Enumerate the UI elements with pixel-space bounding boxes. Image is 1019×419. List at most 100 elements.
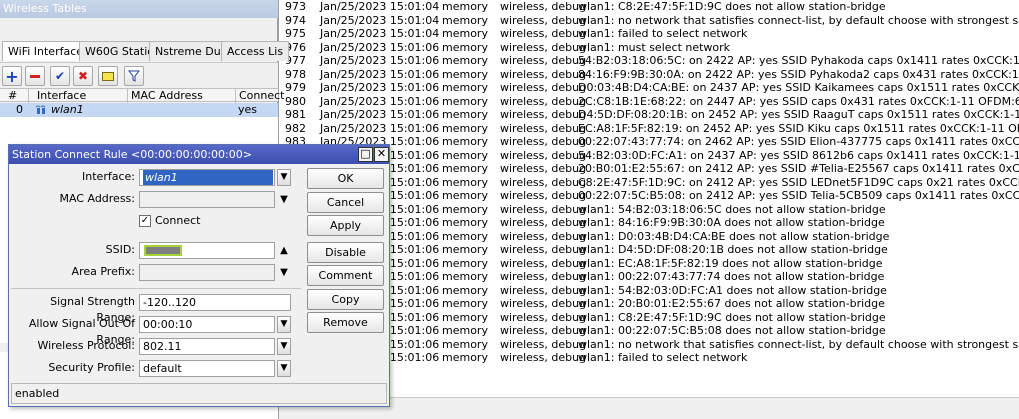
allow-signal-out-of-range-dropdown-icon[interactable]: ▼	[277, 316, 291, 333]
interface-dropdown-icon[interactable]: ▼	[277, 169, 291, 186]
enable-icon[interactable]: ✔	[50, 66, 70, 86]
row-connect: yes	[238, 103, 258, 116]
wireless-protocol-dropdown-icon[interactable]: ▼	[277, 338, 291, 355]
log-row[interactable]: 977 Jan/25/2023 15:01:06 memory wireless, d…	[279, 54, 1019, 68]
log-message: wlan1: D0:03:4B:D4:CA:BE does not allow …	[578, 229, 890, 243]
remove-button[interactable]: Remove	[307, 312, 384, 333]
log-row[interactable]: 984Jan/25/2023 15:01:06memorywireless, d…	[279, 149, 1019, 163]
area-prefix-field[interactable]	[139, 264, 275, 281]
log-num: 980	[285, 94, 306, 108]
window-title: Wireless Tables	[0, 0, 278, 18]
log-row[interactable]: 995Jan/25/2023 15:01:06memorywireless, d…	[279, 297, 1019, 311]
log-message: wlan1: 84:16:F9:9B:30:0A does not allow …	[578, 216, 885, 229]
allow-signal-out-of-range-field[interactable]: 00:00:10	[139, 316, 275, 333]
column-header-interface[interactable]: Interface	[28, 89, 127, 103]
log-message: wlan1: 20:B0:01:E2:55:67 does not allow …	[578, 297, 885, 310]
column-header-num[interactable]: #	[0, 89, 28, 103]
log-message: wlan1: C8:2E:47:5F:1D:9C does not allow …	[578, 0, 886, 13]
comment-button[interactable]: Comment	[307, 265, 384, 286]
ssid-label: SSID:	[105, 243, 135, 256]
log-time: Jan/25/2023 15:01:06	[320, 81, 440, 94]
log-message: wlan1: EC:A8:1F:5F:82:19 does not allow …	[578, 256, 883, 270]
log-row[interactable]: 992Jan/25/2023 15:01:06memorywireless, d…	[279, 257, 1019, 271]
mac-address-field[interactable]	[139, 191, 275, 208]
area-prefix-expand-icon[interactable]: ▼	[277, 264, 291, 281]
connect-label: Connect	[155, 214, 201, 227]
disable-icon[interactable]: ✖	[73, 66, 93, 86]
security-profile-label: Security Profile:	[48, 361, 135, 374]
log-message: wlan1: 00:22:07:5C:B5:08 does not allow …	[578, 324, 886, 337]
log-message: wlan1: 54:B2:03:18:06:5C does not allow …	[578, 202, 886, 216]
log-row[interactable]: 998Jan/25/2023 15:01:06memorywireless, d…	[279, 338, 1019, 352]
wireless-protocol-select[interactable]: 802.11	[139, 338, 275, 355]
mac-address-expand-icon[interactable]: ▼	[277, 191, 291, 208]
row-interface: wlan1	[51, 103, 84, 116]
log-row[interactable]: 985Jan/25/2023 15:01:06memorywireless, d…	[279, 162, 1019, 176]
log-row[interactable]: 973 Jan/25/2023 15:01:04 memory wireless, d…	[279, 0, 1019, 14]
log-message: 54:B2:03:18:06:5C: on 2422 AP: yes SSID …	[578, 54, 1019, 67]
ssid-field[interactable]	[139, 242, 275, 259]
table-header: # Interface MAC Address Connect	[0, 88, 284, 103]
log-num: 979	[285, 81, 306, 94]
ok-button[interactable]: OK	[307, 168, 384, 189]
disable-button[interactable]: Disable	[307, 242, 384, 263]
ssid-collapse-icon[interactable]: ▲	[277, 242, 291, 259]
copy-button[interactable]: Copy	[307, 289, 384, 310]
log-message: wlan1: D4:5D:DF:08:20:1B does not allow …	[578, 243, 888, 256]
log-row[interactable]: 979 Jan/25/2023 15:01:06 memory wireless, d…	[279, 81, 1019, 95]
log-row[interactable]: 997Jan/25/2023 15:01:06memorywireless, d…	[279, 324, 1019, 338]
connect-checkbox[interactable]: ✓	[139, 215, 151, 227]
ssid-redacted-mask	[144, 245, 182, 256]
log-time: Jan/25/2023 15:01:04	[320, 27, 440, 40]
log-time: Jan/25/2023 15:01:06	[320, 54, 440, 67]
log-row[interactable]: 994Jan/25/2023 15:01:06memorywireless, d…	[279, 284, 1019, 298]
interface-value: wlan1	[143, 170, 273, 185]
log-row[interactable]: 990Jan/25/2023 15:01:06memorywireless, d…	[279, 230, 1019, 244]
filter-icon[interactable]	[124, 66, 144, 86]
table-row[interactable]: 0 wlan1 yes	[0, 103, 278, 117]
area-prefix-label: Area Prefix:	[71, 265, 135, 278]
cancel-button[interactable]: Cancel	[307, 192, 384, 213]
log-row[interactable]: 982 Jan/25/2023 15:01:06 memory wireless, d…	[279, 122, 1019, 136]
log-num: 978	[285, 67, 306, 81]
log-num: 977	[285, 54, 306, 67]
log-row[interactable]: 987Jan/25/2023 15:01:06memorywireless, d…	[279, 189, 1019, 203]
log-num: 976	[285, 40, 306, 54]
log-row[interactable]: 975 Jan/25/2023 15:01:04 memory wireless, d…	[279, 27, 1019, 41]
log-row[interactable]: 999Jan/25/2023 15:01:06memorywireless, d…	[279, 351, 1019, 365]
log-row[interactable]: 980 Jan/25/2023 15:01:06 memory wireless, d…	[279, 95, 1019, 109]
log-message: 00:22:07:5C:B5:08: on 2412 AP: yes SSID …	[578, 189, 1019, 202]
log-row[interactable]: 993Jan/25/2023 15:01:06memorywireless, d…	[279, 270, 1019, 284]
log-row[interactable]: 974 Jan/25/2023 15:01:04 memory wireless, d…	[279, 14, 1019, 28]
log-row[interactable]: 989Jan/25/2023 15:01:06memorywireless, d…	[279, 216, 1019, 230]
add-icon[interactable]: +	[2, 66, 22, 86]
comment-icon[interactable]	[98, 66, 118, 86]
log-row[interactable]: 981 Jan/25/2023 15:01:06 memory wireless, d…	[279, 108, 1019, 122]
signal-strength-range-field[interactable]: -120..120	[139, 294, 291, 311]
remove-icon[interactable]	[25, 66, 45, 86]
column-header-mac-address[interactable]: MAC Address	[127, 89, 235, 103]
station-connect-rule-dialog: Station Connect Rule <00:00:00:00:00:00>…	[8, 144, 390, 407]
log-row[interactable]: 996Jan/25/2023 15:01:06memorywireless, d…	[279, 311, 1019, 325]
interface-select[interactable]: wlan1	[139, 169, 275, 186]
toolbar: + ✔ ✖	[0, 62, 278, 88]
security-profile-select[interactable]: default	[139, 360, 275, 377]
log-row[interactable]: 991Jan/25/2023 15:01:06memorywireless, d…	[279, 243, 1019, 257]
security-profile-dropdown-icon[interactable]: ▼	[277, 360, 291, 377]
restore-icon[interactable]: □	[358, 147, 373, 162]
log-message: C8:2E:47:5F:1D:9C: on 2412 AP: yes SSID …	[578, 175, 1019, 189]
status-bar: enabled	[11, 383, 387, 404]
log-row[interactable]: 976 Jan/25/2023 15:01:06 memory wireless, d…	[279, 41, 1019, 55]
close-icon[interactable]: ✕	[374, 147, 389, 162]
apply-button[interactable]: Apply	[307, 215, 384, 236]
tab-access-list[interactable]: Access Lis	[221, 41, 290, 61]
log-row[interactable]: 978 Jan/25/2023 15:01:06 memory wireless, d…	[279, 68, 1019, 82]
log-row[interactable]: 986Jan/25/2023 15:01:06memorywireless, d…	[279, 176, 1019, 190]
log-message: wlan1: must select network	[578, 40, 731, 54]
column-header-connect[interactable]: Connect	[235, 89, 284, 103]
log-num: 982	[285, 121, 306, 135]
log-message: wlan1: failed to select network	[578, 27, 748, 40]
log-row[interactable]: 983 Jan/25/2023 15:01:06 memory wireless, d…	[279, 135, 1019, 149]
log-message: 84:16:F9:9B:30:0A: on 2422 AP: yes SSID …	[578, 67, 1019, 81]
log-row[interactable]: 988Jan/25/2023 15:01:06memorywireless, d…	[279, 203, 1019, 217]
